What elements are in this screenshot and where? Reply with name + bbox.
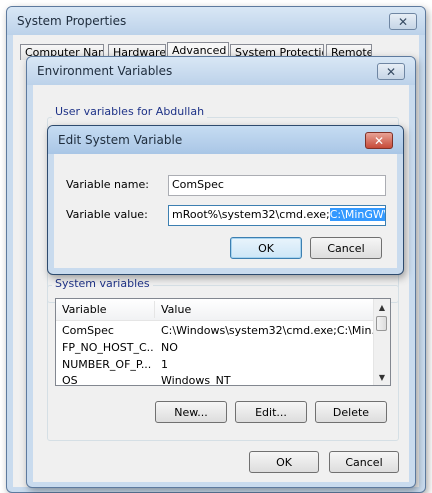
row-value: 1: [161, 358, 168, 371]
close-icon: ✕: [397, 14, 409, 29]
row-value: C:\Windows\system32\cmd.exe;C:\Min...: [161, 324, 373, 337]
variable-name-value: ComSpec: [172, 178, 224, 191]
edit-dialog-title: Edit System Variable: [58, 133, 183, 147]
environment-variables-titlebar: Environment Variables ✕: [27, 57, 415, 85]
new-button[interactable]: New...: [155, 401, 227, 423]
scroll-thumb[interactable]: [376, 316, 387, 331]
cancel-button[interactable]: Cancel: [329, 451, 399, 473]
variable-value-selection: C:\MinGW\bin: [329, 208, 385, 221]
variable-value-label: Variable value:: [66, 208, 148, 221]
table-row[interactable]: NUMBER_OF_P... 1: [56, 356, 374, 373]
row-value: Windows_NT: [161, 374, 231, 386]
list-header: Variable Value: [56, 299, 374, 321]
row-variable: NUMBER_OF_P...: [62, 358, 152, 371]
environment-variables-title: Environment Variables: [37, 64, 173, 78]
table-row[interactable]: OS Windows_NT: [56, 372, 374, 386]
column-separator: [154, 301, 155, 318]
table-row[interactable]: FP_NO_HOST_C... NO: [56, 339, 374, 356]
row-variable: FP_NO_HOST_C...: [62, 341, 154, 354]
edit-dialog-client: Variable name: ComSpec Variable value: m…: [54, 154, 397, 268]
system-variables-list[interactable]: Variable Value ComSpec C:\Windows\system…: [55, 298, 391, 386]
row-variable: ComSpec: [62, 324, 114, 337]
close-icon: ✕: [373, 133, 385, 148]
edit-dialog-titlebar: Edit System Variable ✕: [48, 126, 403, 154]
user-variables-label: User variables for Abdullah: [52, 105, 208, 118]
ok-button[interactable]: OK: [249, 451, 319, 473]
edit-button[interactable]: Edit...: [235, 401, 307, 423]
table-row[interactable]: ComSpec C:\Windows\system32\cmd.exe;C:\M…: [56, 322, 374, 339]
system-properties-titlebar: System Properties ✕: [7, 7, 425, 35]
arrow-down-icon[interactable]: ▼: [374, 369, 390, 385]
delete-button[interactable]: Delete: [315, 401, 387, 423]
variable-value-text: mRoot%\system32\cmd.exe;: [172, 208, 330, 221]
edit-ok-button[interactable]: OK: [230, 237, 302, 259]
column-header-variable[interactable]: Variable: [62, 303, 107, 316]
row-value: NO: [161, 341, 178, 354]
close-icon: ✕: [385, 64, 397, 79]
variable-value-field[interactable]: mRoot%\system32\cmd.exe;C:\MinGW\bin: [168, 205, 386, 226]
vertical-scrollbar[interactable]: ▲ ▼: [373, 299, 390, 385]
system-properties-close-button[interactable]: ✕: [389, 13, 417, 30]
system-properties-title: System Properties: [17, 14, 127, 28]
edit-dialog-close-button[interactable]: ✕: [365, 132, 393, 149]
system-variables-label: System variables: [52, 277, 153, 290]
environment-variables-close-button[interactable]: ✕: [377, 63, 405, 80]
edit-system-variable-dialog: Edit System Variable ✕ Variable name: Co…: [47, 125, 404, 275]
row-variable: OS: [62, 374, 78, 386]
column-header-value[interactable]: Value: [161, 303, 191, 316]
variable-name-field[interactable]: ComSpec: [168, 175, 386, 196]
variable-name-label: Variable name:: [66, 178, 149, 191]
edit-cancel-button[interactable]: Cancel: [310, 237, 382, 259]
arrow-up-icon[interactable]: ▲: [374, 299, 390, 315]
